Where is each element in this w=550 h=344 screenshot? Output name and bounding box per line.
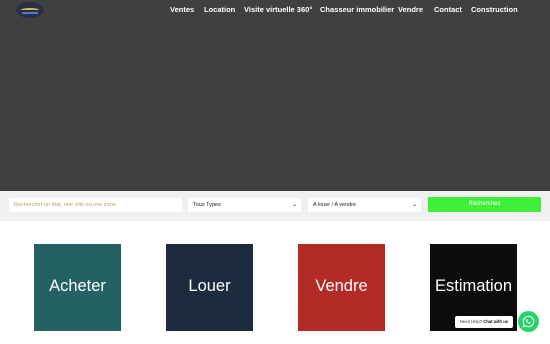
main-nav: Ventes Location Visite virtuelle 360° Ch… (170, 5, 518, 15)
chat-label: Chat with us (483, 319, 509, 324)
hero-banner: Ventes Location Visite virtuelle 360° Ch… (0, 0, 550, 191)
mode-select[interactable]: A louer / A vendre ⌄ (308, 198, 421, 212)
tile-acheter[interactable]: Acheter (34, 244, 121, 331)
chat-button[interactable]: Need Help? Chat with us (455, 316, 513, 328)
whatsapp-icon[interactable] (518, 311, 539, 332)
chat-prefix: Need Help? (459, 319, 484, 324)
logo-icon[interactable] (16, 2, 44, 18)
tile-label: Acheter (49, 277, 106, 295)
mode-select-value: A louer / A vendre (313, 202, 357, 208)
tile-label: Estimation (434, 277, 513, 295)
tile-label: Louer (188, 277, 231, 295)
chevron-down-icon: ⌄ (411, 202, 417, 208)
type-select[interactable]: Tous Types ⌄ (188, 198, 301, 212)
nav-item-construction[interactable]: Construction (471, 5, 518, 14)
nav-item-ventes[interactable]: Ventes (170, 5, 194, 14)
nav-item-vendre[interactable]: Vendre (398, 5, 423, 14)
search-bar: Tous Types ⌄ A louer / A vendre ⌄ Recher… (0, 191, 550, 221)
tile-louer[interactable]: Louer (166, 244, 253, 331)
search-button[interactable]: Recherchez (428, 197, 541, 212)
whatsapp-glyph (522, 315, 535, 328)
tile-label: Vendre (315, 277, 368, 295)
logo-base (22, 12, 38, 14)
type-select-value: Tous Types (193, 202, 221, 208)
nav-item-contact[interactable]: Contact (434, 5, 462, 14)
nav-item-visite-virtuelle[interactable]: Visite virtuelle 360° (244, 5, 312, 14)
nav-item-chasseur-immobilier[interactable]: Chasseur immobilier (320, 5, 394, 14)
chevron-down-icon: ⌄ (291, 202, 297, 208)
search-input[interactable] (9, 198, 182, 212)
tile-vendre[interactable]: Vendre (298, 244, 385, 331)
nav-item-location[interactable]: Location (204, 5, 235, 14)
